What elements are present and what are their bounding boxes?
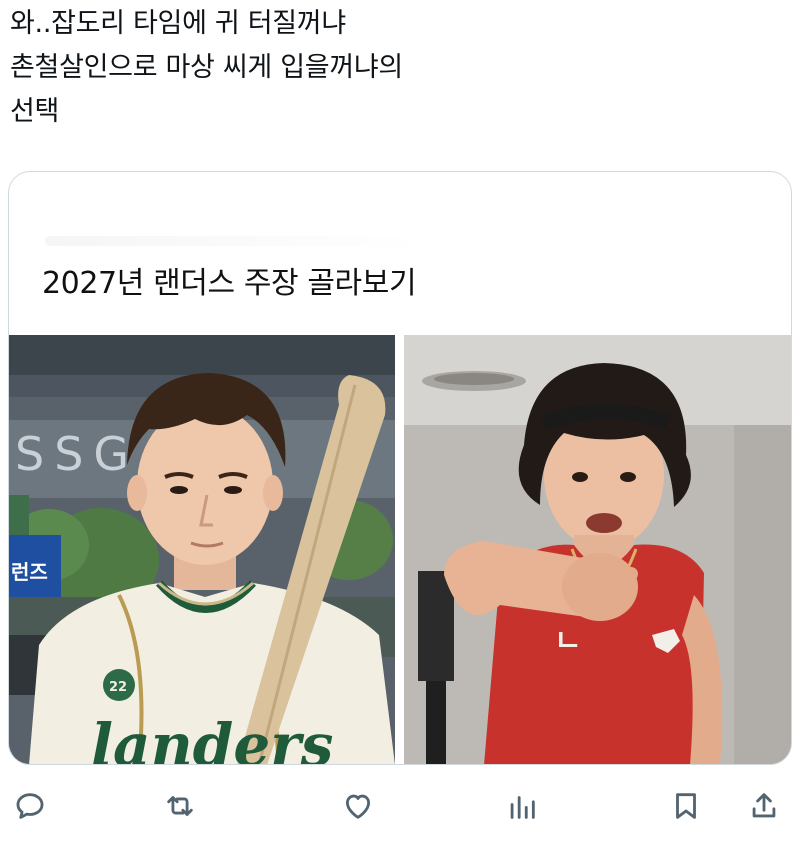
- stadium-sign-text: SSG: [15, 427, 139, 481]
- share-icon: [752, 793, 776, 818]
- tweet-line-1: 와..잡도리 타임에 귀 터질꺼냐: [10, 8, 346, 39]
- jersey-script-text: landers: [91, 711, 333, 765]
- left-photo-image: SSG U 런즈: [9, 335, 395, 765]
- retweet-icon: [167, 796, 193, 816]
- heart-icon: [345, 794, 371, 819]
- tweet-line-3: 선택: [10, 96, 60, 127]
- reply-icon: [16, 793, 44, 819]
- media-card[interactable]: 2027년 랜더스 주장 골라보기 SSG U 런즈: [8, 171, 792, 765]
- tweet-line-2: 촌철살인으로 마상 씨게 입을꺼냐의: [10, 52, 403, 83]
- retweet-button[interactable]: [160, 786, 200, 826]
- bookmark-button[interactable]: [666, 786, 706, 826]
- views-button[interactable]: [502, 786, 542, 826]
- jersey-patch-number: 22: [109, 680, 127, 695]
- right-photo-image: ㄴ: [404, 335, 791, 764]
- right-photo[interactable]: ㄴ: [404, 335, 791, 764]
- photo-divider: [395, 335, 404, 764]
- reply-button[interactable]: [10, 786, 50, 826]
- tweet-actions: [0, 778, 800, 834]
- banner-text: 런즈: [11, 560, 48, 584]
- bookmark-icon: [676, 793, 696, 819]
- like-button[interactable]: [338, 786, 378, 826]
- card-faded-strip: [45, 236, 425, 246]
- share-button[interactable]: [744, 786, 784, 826]
- svg-text:ㄴ: ㄴ: [554, 624, 582, 659]
- card-title: 2027년 랜더스 주장 골라보기: [42, 266, 417, 301]
- views-icon: [510, 796, 535, 819]
- left-photo[interactable]: SSG U 런즈: [9, 335, 395, 765]
- tweet-text: 와..잡도리 타임에 귀 터질꺼냐 촌철살인으로 마상 씨게 입을꺼냐의 선택: [10, 2, 790, 134]
